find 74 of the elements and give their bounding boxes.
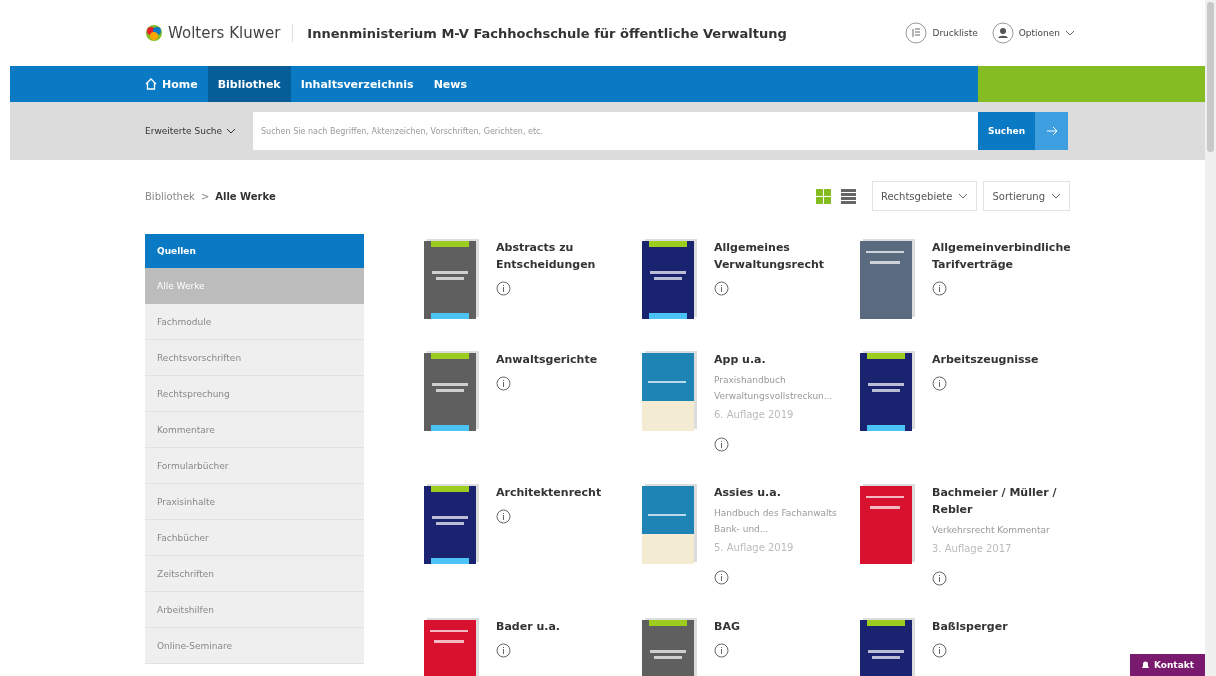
info-icon [714,281,729,296]
nav-tab[interactable]: Inhaltsverzeichnis [290,66,424,102]
organization-title: Innenministerium M-V Fachhochschule für öffentliche Verwaltung [307,25,788,41]
info-button[interactable] [496,281,511,296]
book-edition: 6. Auflage 2019 [714,408,795,422]
arrow-right-icon [1045,126,1058,136]
bell-icon [1140,660,1150,670]
book-edition: 5. Auflage 2019 [714,541,795,555]
info-button[interactable] [932,376,947,391]
chevron-down-icon [1051,193,1061,199]
sidebar-title: Quellen [145,234,364,268]
info-icon [714,437,729,452]
breadcrumb-link[interactable]: Bibliothek [145,190,195,202]
info-icon [714,570,729,585]
brand-name: Wolters Kluwer [168,24,281,42]
info-icon [932,281,947,296]
info-icon [932,643,947,658]
grid-icon [815,188,831,204]
breadcrumb-separator: > [200,190,210,202]
search-field[interactable]: Suchen Sie nach Begriffen, Aktenzeichen, Vorschriften, Gerichten, etc. [253,112,978,150]
info-button[interactable] [714,281,729,296]
info-icon [932,571,947,586]
nav-tab[interactable]: Home [135,66,208,102]
list-icon [905,22,928,44]
book-edition: 3. Auflage 2017 [932,542,1013,556]
info-button[interactable] [496,643,511,658]
nav-tab[interactable]: News [423,66,478,102]
info-button[interactable] [714,437,729,452]
chevron-down-icon [226,128,237,134]
info-icon [932,376,947,391]
info-icon [496,643,511,658]
info-button[interactable] [932,643,947,658]
info-button[interactable] [714,570,729,585]
info-icon [496,281,511,296]
nav-tab[interactable]: Bibliothek [207,66,291,102]
info-icon [496,509,511,524]
book-title[interactable]: Assies u.a. [714,484,860,501]
filter-dropdown[interactable]: Rechtsgebiete [871,181,978,211]
book-title[interactable]: Anwaltsgerichte [496,351,642,368]
info-icon [714,643,729,658]
contact-button[interactable]: Kontakt [1130,654,1205,676]
book-subtitle: Verkehrsrecht Kommentar [932,524,1051,537]
book-title[interactable]: Allgemeinverbindliche Tarifverträge [932,239,1078,273]
book-title[interactable]: Architektenrecht [496,484,642,501]
advanced-search-dropdown[interactable]: Erweiterte Suche [145,126,253,136]
info-button[interactable] [714,643,729,658]
info-button[interactable] [932,281,947,296]
print-list-button[interactable]: Druckliste [905,22,978,44]
user-icon [991,22,1014,44]
info-button[interactable] [496,509,511,524]
book-title[interactable]: Abstracts zu Entscheidungen [496,239,642,273]
book-title[interactable]: Bader u.a. [496,618,642,635]
book-title[interactable]: BAG [714,618,860,635]
book-title[interactable]: App u.a. [714,351,860,368]
chevron-down-icon [1065,30,1075,36]
home-icon [145,78,157,90]
book-title[interactable]: Arbeitszeugnisse [932,351,1078,368]
book-subtitle: Praxishandbuch Verwaltungsvollstreckun... [714,374,834,403]
info-icon [496,376,511,391]
scrollbar[interactable] [1205,0,1216,676]
book-title[interactable]: Baßlsperger [932,618,1078,635]
logo-icon [145,24,163,42]
chevron-down-icon [958,193,969,199]
options-menu[interactable]: Optionen [991,22,1075,44]
filter-dropdown[interactable]: Sortierung [983,181,1070,211]
info-button[interactable] [496,376,511,391]
info-button[interactable] [932,571,947,586]
list-view-button[interactable] [840,188,856,204]
book-title[interactable]: Bachmeier / Müller / Rebler [932,484,1078,518]
search-button[interactable]: Suchen [978,112,1035,150]
breadcrumb-current: Alle Werke [215,190,276,202]
book-title[interactable]: Allgemeines Verwaltungsrecht [714,239,860,273]
list-icon [840,188,856,204]
book-subtitle: Handbuch des Fachanwalts Bank- und... [714,507,838,536]
